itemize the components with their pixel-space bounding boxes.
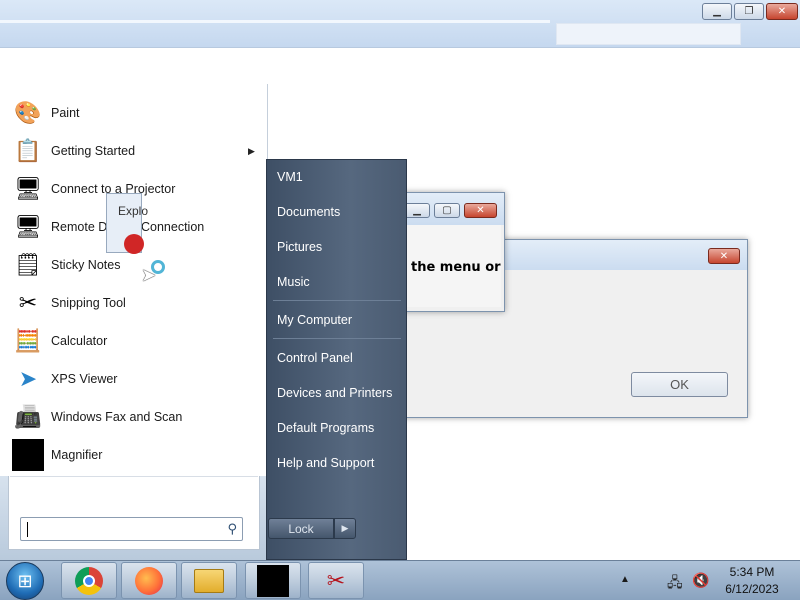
text-caret — [27, 522, 28, 537]
link-user-vm1[interactable]: VM1 — [277, 170, 303, 184]
close-icon: ✕ — [719, 250, 729, 262]
program-label: Windows Fax and Scan — [51, 410, 183, 424]
program-label: Paint — [51, 106, 80, 120]
magnifier-icon — [12, 439, 44, 471]
chevron-up-icon: ▲ — [620, 574, 630, 585]
black-window-icon — [257, 564, 289, 597]
projector-icon: 🖥 — [14, 176, 42, 201]
program-label: Remote De — [51, 220, 115, 234]
snipping-tool-icon: ✂ — [326, 567, 346, 593]
maximize-icon: ▢ — [442, 205, 452, 216]
program-label: Sticky Notes — [51, 258, 121, 272]
taskbar-clock[interactable]: 5:34 PM 6/12/2023 — [716, 564, 788, 598]
link-music[interactable]: Music — [277, 275, 310, 289]
minimize-icon: ▁ — [713, 6, 721, 17]
paint-icon: 🎨 — [14, 100, 42, 125]
program-paint[interactable]: 🎨 Paint — [8, 96, 260, 130]
close-button[interactable]: ✕ — [766, 3, 798, 20]
background-window-titlebar — [0, 0, 800, 48]
dialog-maximize-button[interactable]: ▢ — [434, 203, 460, 218]
submenu-arrow-icon: ▶ — [248, 145, 255, 156]
links-separator — [273, 338, 401, 339]
program-getting-started[interactable]: 📋 Getting Started ▶ — [8, 134, 260, 168]
ok-button[interactable]: OK — [631, 372, 728, 397]
busy-spinner-icon — [151, 260, 165, 274]
restore-icon: ❐ — [744, 6, 754, 17]
volume-muted-icon[interactable]: 🔇 — [692, 572, 709, 589]
minimize-button[interactable]: ▁ — [702, 3, 732, 20]
taskbar-black-window-button[interactable] — [245, 562, 301, 599]
chrome-icon — [75, 566, 103, 595]
taskbar-firefox-button[interactable] — [121, 562, 177, 599]
network-icon[interactable]: 🖧 — [667, 572, 683, 596]
links-separator — [273, 300, 401, 301]
address-bar-line — [0, 20, 550, 23]
file-explorer-icon — [194, 568, 224, 593]
program-xps-viewer[interactable]: ➤ XPS Viewer — [8, 362, 260, 396]
dialog-minimize-button[interactable]: ▁ — [404, 203, 430, 218]
link-devices-printers[interactable]: Devices and Printers — [277, 386, 392, 400]
remote-desktop-icon: 🖥 — [14, 214, 42, 239]
error-icon — [124, 234, 144, 254]
program-label: XPS Viewer — [51, 372, 118, 386]
explorer-popup-title: Explo — [118, 204, 149, 218]
start-menu-links-pane: VM1 Documents Pictures Music My Computer… — [266, 159, 407, 560]
snipping-tool-icon: ✂ — [18, 290, 38, 315]
start-button[interactable]: ⊞ — [6, 562, 44, 600]
link-default-programs[interactable]: Default Programs — [277, 421, 374, 435]
shutdown-options-button[interactable]: ▶ — [334, 518, 356, 539]
windows-logo-icon: ⊞ — [17, 570, 33, 591]
link-pictures[interactable]: Pictures — [277, 240, 322, 254]
dialog-message-text: the menu or — [411, 260, 501, 275]
dialog-close-button[interactable]: ✕ — [464, 203, 497, 218]
link-help-support[interactable]: Help and Support — [277, 456, 374, 470]
show-hidden-icons-button[interactable]: ▲ — [620, 574, 630, 585]
program-fax-scan[interactable]: 📠 Windows Fax and Scan — [8, 400, 260, 434]
program-label: Magnifier — [51, 448, 103, 462]
program-magnifier[interactable]: Magnifier — [8, 438, 260, 472]
getting-started-icon: 📋 — [14, 138, 42, 163]
close-icon: ✕ — [777, 6, 787, 17]
program-label-tail: Connection — [141, 220, 205, 234]
programs-separator — [10, 476, 258, 477]
fax-scan-icon: 📠 — [14, 404, 42, 429]
program-snipping-tool[interactable]: ✂ Snipping Tool — [8, 286, 260, 320]
firefox-icon — [135, 566, 163, 595]
lock-button[interactable]: Lock — [268, 518, 334, 539]
program-label: Calculator — [51, 334, 108, 348]
sticky-notes-icon: 🗒 — [14, 252, 42, 277]
chevron-right-icon: ▶ — [341, 523, 349, 533]
window-search-box[interactable] — [556, 23, 741, 45]
close-icon: ✕ — [476, 205, 485, 216]
program-label: Getting Started — [51, 144, 136, 158]
link-control-panel[interactable]: Control Panel — [277, 351, 353, 365]
taskbar-explorer-button[interactable] — [181, 562, 237, 599]
calculator-icon: 🧮 — [14, 328, 42, 353]
program-label: Snipping Tool — [51, 296, 126, 310]
clock-time: 5:34 PM — [729, 565, 775, 579]
minimize-icon: ▁ — [413, 205, 421, 216]
link-documents[interactable]: Documents — [277, 205, 340, 219]
program-calculator[interactable]: 🧮 Calculator — [8, 324, 260, 358]
clock-date: 6/12/2023 — [725, 582, 779, 596]
link-my-computer[interactable]: My Computer — [277, 313, 352, 327]
restore-button[interactable]: ❐ — [734, 3, 764, 20]
taskbar-chrome-button[interactable] — [61, 562, 117, 599]
start-search-input[interactable]: ⚲ — [20, 517, 243, 541]
taskbar-snipping-tool-button[interactable]: ✂ — [308, 562, 364, 599]
xps-viewer-icon: ➤ — [18, 366, 38, 391]
explorer-error-popup: Explo — [106, 193, 148, 254]
dialog-close-button[interactable]: ✕ — [708, 248, 740, 264]
search-icon: ⚲ — [227, 521, 237, 536]
